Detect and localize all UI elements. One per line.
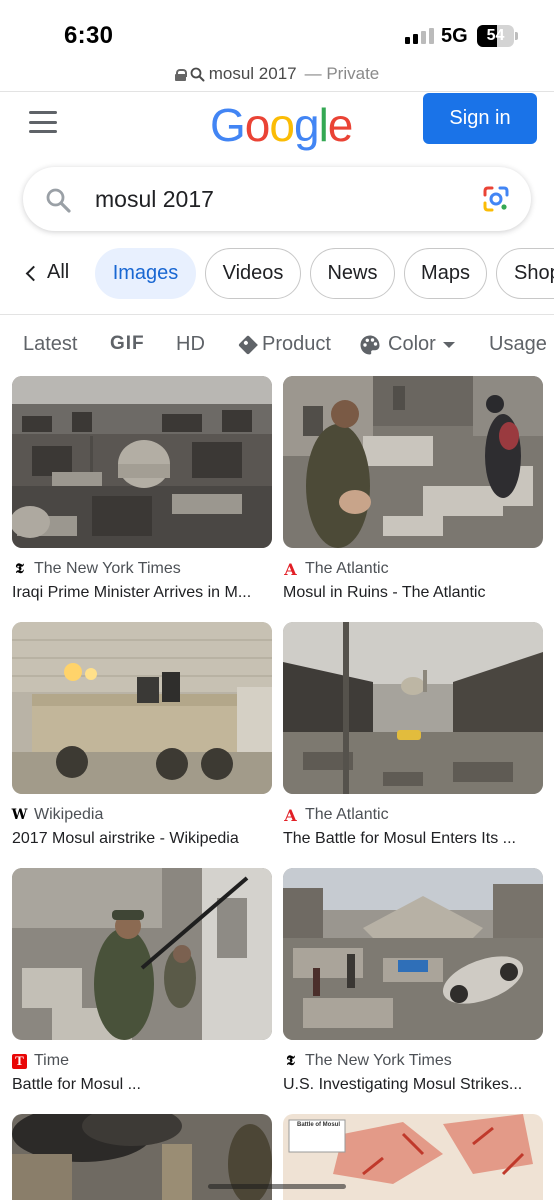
result-title[interactable]: Battle for Mosul ... — [12, 1076, 270, 1094]
result-thumbnail[interactable] — [283, 868, 543, 1040]
battery-level: 54 — [486, 27, 505, 44]
tab-news[interactable]: News — [310, 248, 395, 299]
result-card[interactable]: T Time Battle for Mosul ... — [12, 868, 272, 1094]
tab-maps[interactable]: Maps — [404, 248, 487, 299]
tab-all-label: All — [47, 261, 70, 283]
nyt-logo-icon: 𝕿 — [286, 1053, 295, 1069]
lock-icon — [174, 68, 187, 81]
result-source: A The Atlantic — [283, 805, 543, 825]
result-source: 𝕿 The New York Times — [283, 1052, 543, 1070]
tag-icon — [238, 334, 258, 355]
result-card[interactable]: W Wikipedia 2017 Mosul airstrike - Wikip… — [12, 622, 272, 848]
battery-icon: 54 — [477, 25, 514, 47]
palette-icon — [360, 335, 380, 354]
chevron-left-icon — [25, 265, 42, 281]
result-source-name: Wikipedia — [34, 806, 104, 823]
filter-product-label: Product — [262, 333, 331, 355]
private-mode-label: — Private — [304, 64, 380, 83]
filter-latest-label: Latest — [23, 333, 78, 355]
result-card[interactable]: 𝕿 The New York Times Iraqi Prime Ministe… — [12, 376, 272, 602]
tab-shopping[interactable]: Shop — [496, 248, 554, 299]
result-source: A The Atlantic — [283, 559, 543, 579]
result-thumbnail[interactable] — [12, 622, 272, 794]
hamburger-menu-icon[interactable] — [29, 111, 57, 133]
result-source-name: The New York Times — [305, 1052, 452, 1069]
result-title[interactable]: The Battle for Mosul Enters Its ... — [283, 830, 541, 848]
divider — [0, 314, 554, 315]
search-box[interactable]: mosul 2017 — [23, 167, 531, 231]
result-source-name: Time — [34, 1052, 69, 1069]
result-source: W Wikipedia — [12, 806, 272, 824]
filter-bar: Latest GIF HD Product Color Usage — [0, 333, 554, 363]
filter-gif[interactable]: GIF — [110, 333, 145, 355]
filter-hd[interactable]: HD — [176, 333, 205, 356]
status-time: 6:30 — [64, 22, 114, 49]
filter-gif-label: GIF — [110, 333, 145, 354]
result-card[interactable]: 𝕿 The New York Times U.S. Investigating … — [283, 868, 543, 1094]
atlantic-logo-icon: A — [284, 559, 297, 579]
filter-color[interactable]: Color — [359, 333, 455, 356]
result-source: T Time — [12, 1052, 272, 1070]
result-title[interactable]: Mosul in Ruins - The Atlantic — [283, 584, 541, 602]
google-logo[interactable]: Google — [210, 98, 353, 152]
filter-product[interactable]: Product — [238, 333, 331, 356]
search-icon[interactable] — [45, 187, 71, 213]
status-bar: 6:30 5G 54 — [0, 0, 554, 58]
battery-tip — [515, 32, 518, 40]
result-thumbnail[interactable] — [12, 868, 272, 1040]
filter-color-label: Color — [388, 333, 436, 355]
google-lens-icon[interactable] — [482, 185, 510, 213]
time-logo-icon: T — [12, 1053, 27, 1069]
tab-images[interactable]: Images — [95, 248, 196, 299]
filter-hd-label: HD — [176, 333, 205, 355]
filter-usage[interactable]: Usage — [489, 333, 547, 356]
result-source-name: The Atlantic — [305, 560, 389, 577]
tab-videos[interactable]: Videos — [205, 248, 301, 299]
search-tabs: All Images Videos News Maps Shop — [0, 248, 554, 300]
tab-all[interactable]: All — [25, 261, 70, 284]
map-legend-label: Battle of Mosul — [297, 1122, 340, 1128]
filter-latest[interactable]: Latest — [23, 333, 77, 356]
wikipedia-logo-icon: W — [11, 807, 28, 823]
search-small-icon — [190, 67, 205, 81]
nyt-logo-icon: 𝕿 — [15, 561, 24, 577]
network-label: 5G — [441, 25, 468, 47]
result-title[interactable]: 2017 Mosul airstrike - Wikipedia — [12, 830, 270, 848]
divider — [0, 91, 554, 92]
address-text: mosul 2017 — [208, 64, 297, 83]
result-source-name: The Atlantic — [305, 806, 389, 823]
filter-usage-label: Usage — [489, 333, 547, 355]
result-card[interactable]: A The Atlantic The Battle for Mosul Ente… — [283, 622, 543, 848]
result-thumbnail[interactable] — [12, 376, 272, 548]
signal-icon — [405, 28, 434, 44]
result-title[interactable]: Iraqi Prime Minister Arrives in M... — [12, 584, 270, 602]
chevron-down-icon — [442, 341, 455, 348]
result-source: 𝕿 The New York Times — [12, 560, 272, 578]
result-thumbnail[interactable] — [283, 376, 543, 548]
search-input[interactable]: mosul 2017 — [95, 186, 214, 213]
atlantic-logo-icon: A — [284, 805, 297, 825]
home-indicator[interactable] — [208, 1184, 346, 1189]
result-title[interactable]: U.S. Investigating Mosul Strikes... — [283, 1076, 541, 1094]
result-card[interactable]: A The Atlantic Mosul in Ruins - The Atla… — [283, 376, 543, 602]
result-source-name: The New York Times — [34, 560, 181, 577]
sign-in-button[interactable]: Sign in — [423, 93, 537, 144]
result-thumbnail[interactable] — [283, 622, 543, 794]
address-bar[interactable]: mosul 2017 — Private — [0, 58, 554, 90]
